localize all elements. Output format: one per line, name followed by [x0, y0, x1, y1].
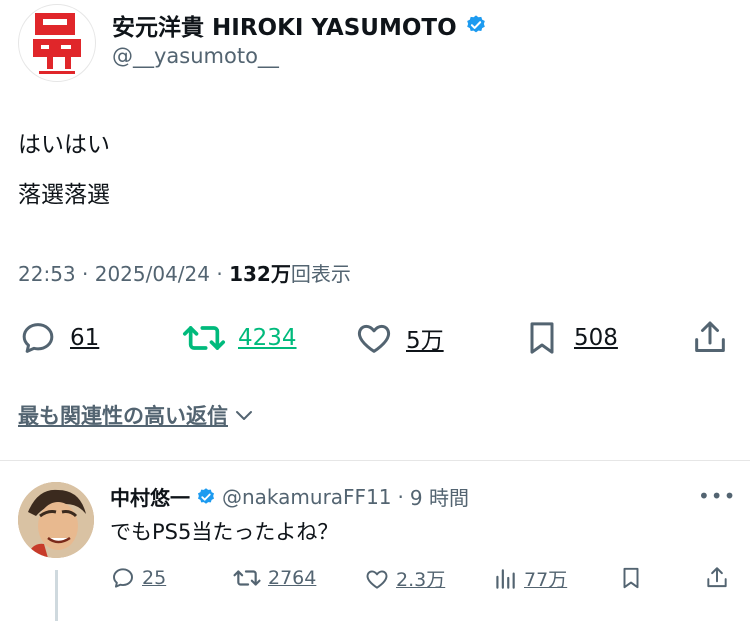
thread-line: [55, 570, 58, 621]
reply-avatar-illustration: [18, 482, 94, 558]
tweet-text-line2: 落選落選: [18, 182, 110, 208]
retweet-icon: [233, 570, 261, 586]
reply-separator: ·: [397, 484, 404, 509]
divider: [0, 460, 750, 461]
reply-icon: [113, 568, 133, 588]
more-icon[interactable]: •••: [698, 484, 736, 508]
reply-retweet-count: 2764: [268, 567, 317, 589]
retweet-icon: [183, 326, 226, 350]
reply-icon: [22, 323, 54, 353]
verified-badge-icon: [198, 487, 214, 504]
author-logo-icon: [33, 13, 81, 74]
tweet-time[interactable]: 22:53: [18, 262, 76, 286]
retweet-button[interactable]: 4234: [182, 318, 297, 358]
reply-author-name[interactable]: 中村悠一: [110, 482, 190, 511]
reply-views-button[interactable]: 77万: [492, 565, 567, 592]
author-avatar[interactable]: [18, 4, 96, 82]
meta-separator: ·: [82, 262, 89, 286]
reply-time[interactable]: 9 時間: [410, 482, 469, 511]
verified-badge-icon: [466, 15, 485, 33]
reply-button[interactable]: 61: [18, 318, 99, 358]
reply-views-count: 77万: [524, 569, 568, 591]
author-handle[interactable]: @__yasumoto__: [112, 44, 279, 68]
reply-share-button[interactable]: [704, 565, 730, 591]
bookmark-button[interactable]: 508: [522, 318, 618, 358]
reply-retweet-button[interactable]: 2764: [232, 565, 316, 591]
views-label: 回表示: [290, 262, 351, 286]
reply-like-button[interactable]: 2.3万: [364, 565, 445, 592]
tweet-meta: 22:53 · 2025/04/24 · 132万回表示: [18, 258, 351, 287]
reply-sort-label: 最も関連性の高い返信: [18, 404, 228, 428]
like-icon: [366, 569, 388, 589]
tweet-text-line1: はいはい: [18, 132, 110, 158]
retweet-count: 4234: [238, 325, 297, 351]
like-count: 5万: [406, 328, 444, 354]
tweet-date[interactable]: 2025/04/24: [95, 262, 210, 286]
reply-author-avatar[interactable]: [18, 482, 94, 558]
reply-count: 61: [70, 325, 100, 351]
author-name-row[interactable]: 安元洋貴 HIROKI YASUMOTO: [112, 8, 487, 42]
meta-separator: ·: [216, 262, 223, 286]
views-icon: [496, 568, 515, 589]
share-icon: [695, 321, 725, 352]
reply-header: 中村悠一 @nakamuraFF11 · 9 時間: [110, 482, 469, 511]
like-button[interactable]: 5万: [354, 318, 444, 358]
bookmark-count: 508: [574, 325, 618, 351]
reply-sort-dropdown[interactable]: 最も関連性の高い返信: [18, 400, 256, 430]
share-icon: [707, 567, 727, 588]
reply-text: でもPS5当たったよね？: [110, 520, 339, 544]
reply-reply-button[interactable]: 25: [110, 565, 166, 591]
reply-author-handle[interactable]: @nakamuraFF11: [222, 485, 392, 509]
share-button[interactable]: [690, 318, 730, 358]
author-name[interactable]: 安元洋貴 HIROKI YASUMOTO: [112, 8, 457, 42]
reply-bookmark-button[interactable]: [618, 565, 644, 591]
chevron-down-icon: [236, 411, 252, 420]
bookmark-icon: [623, 567, 639, 589]
like-icon: [357, 324, 391, 353]
reply-reply-count: 25: [142, 567, 167, 589]
reply-like-count: 2.3万: [396, 569, 446, 591]
bookmark-icon: [530, 322, 554, 354]
views-count: 132万: [229, 262, 291, 286]
